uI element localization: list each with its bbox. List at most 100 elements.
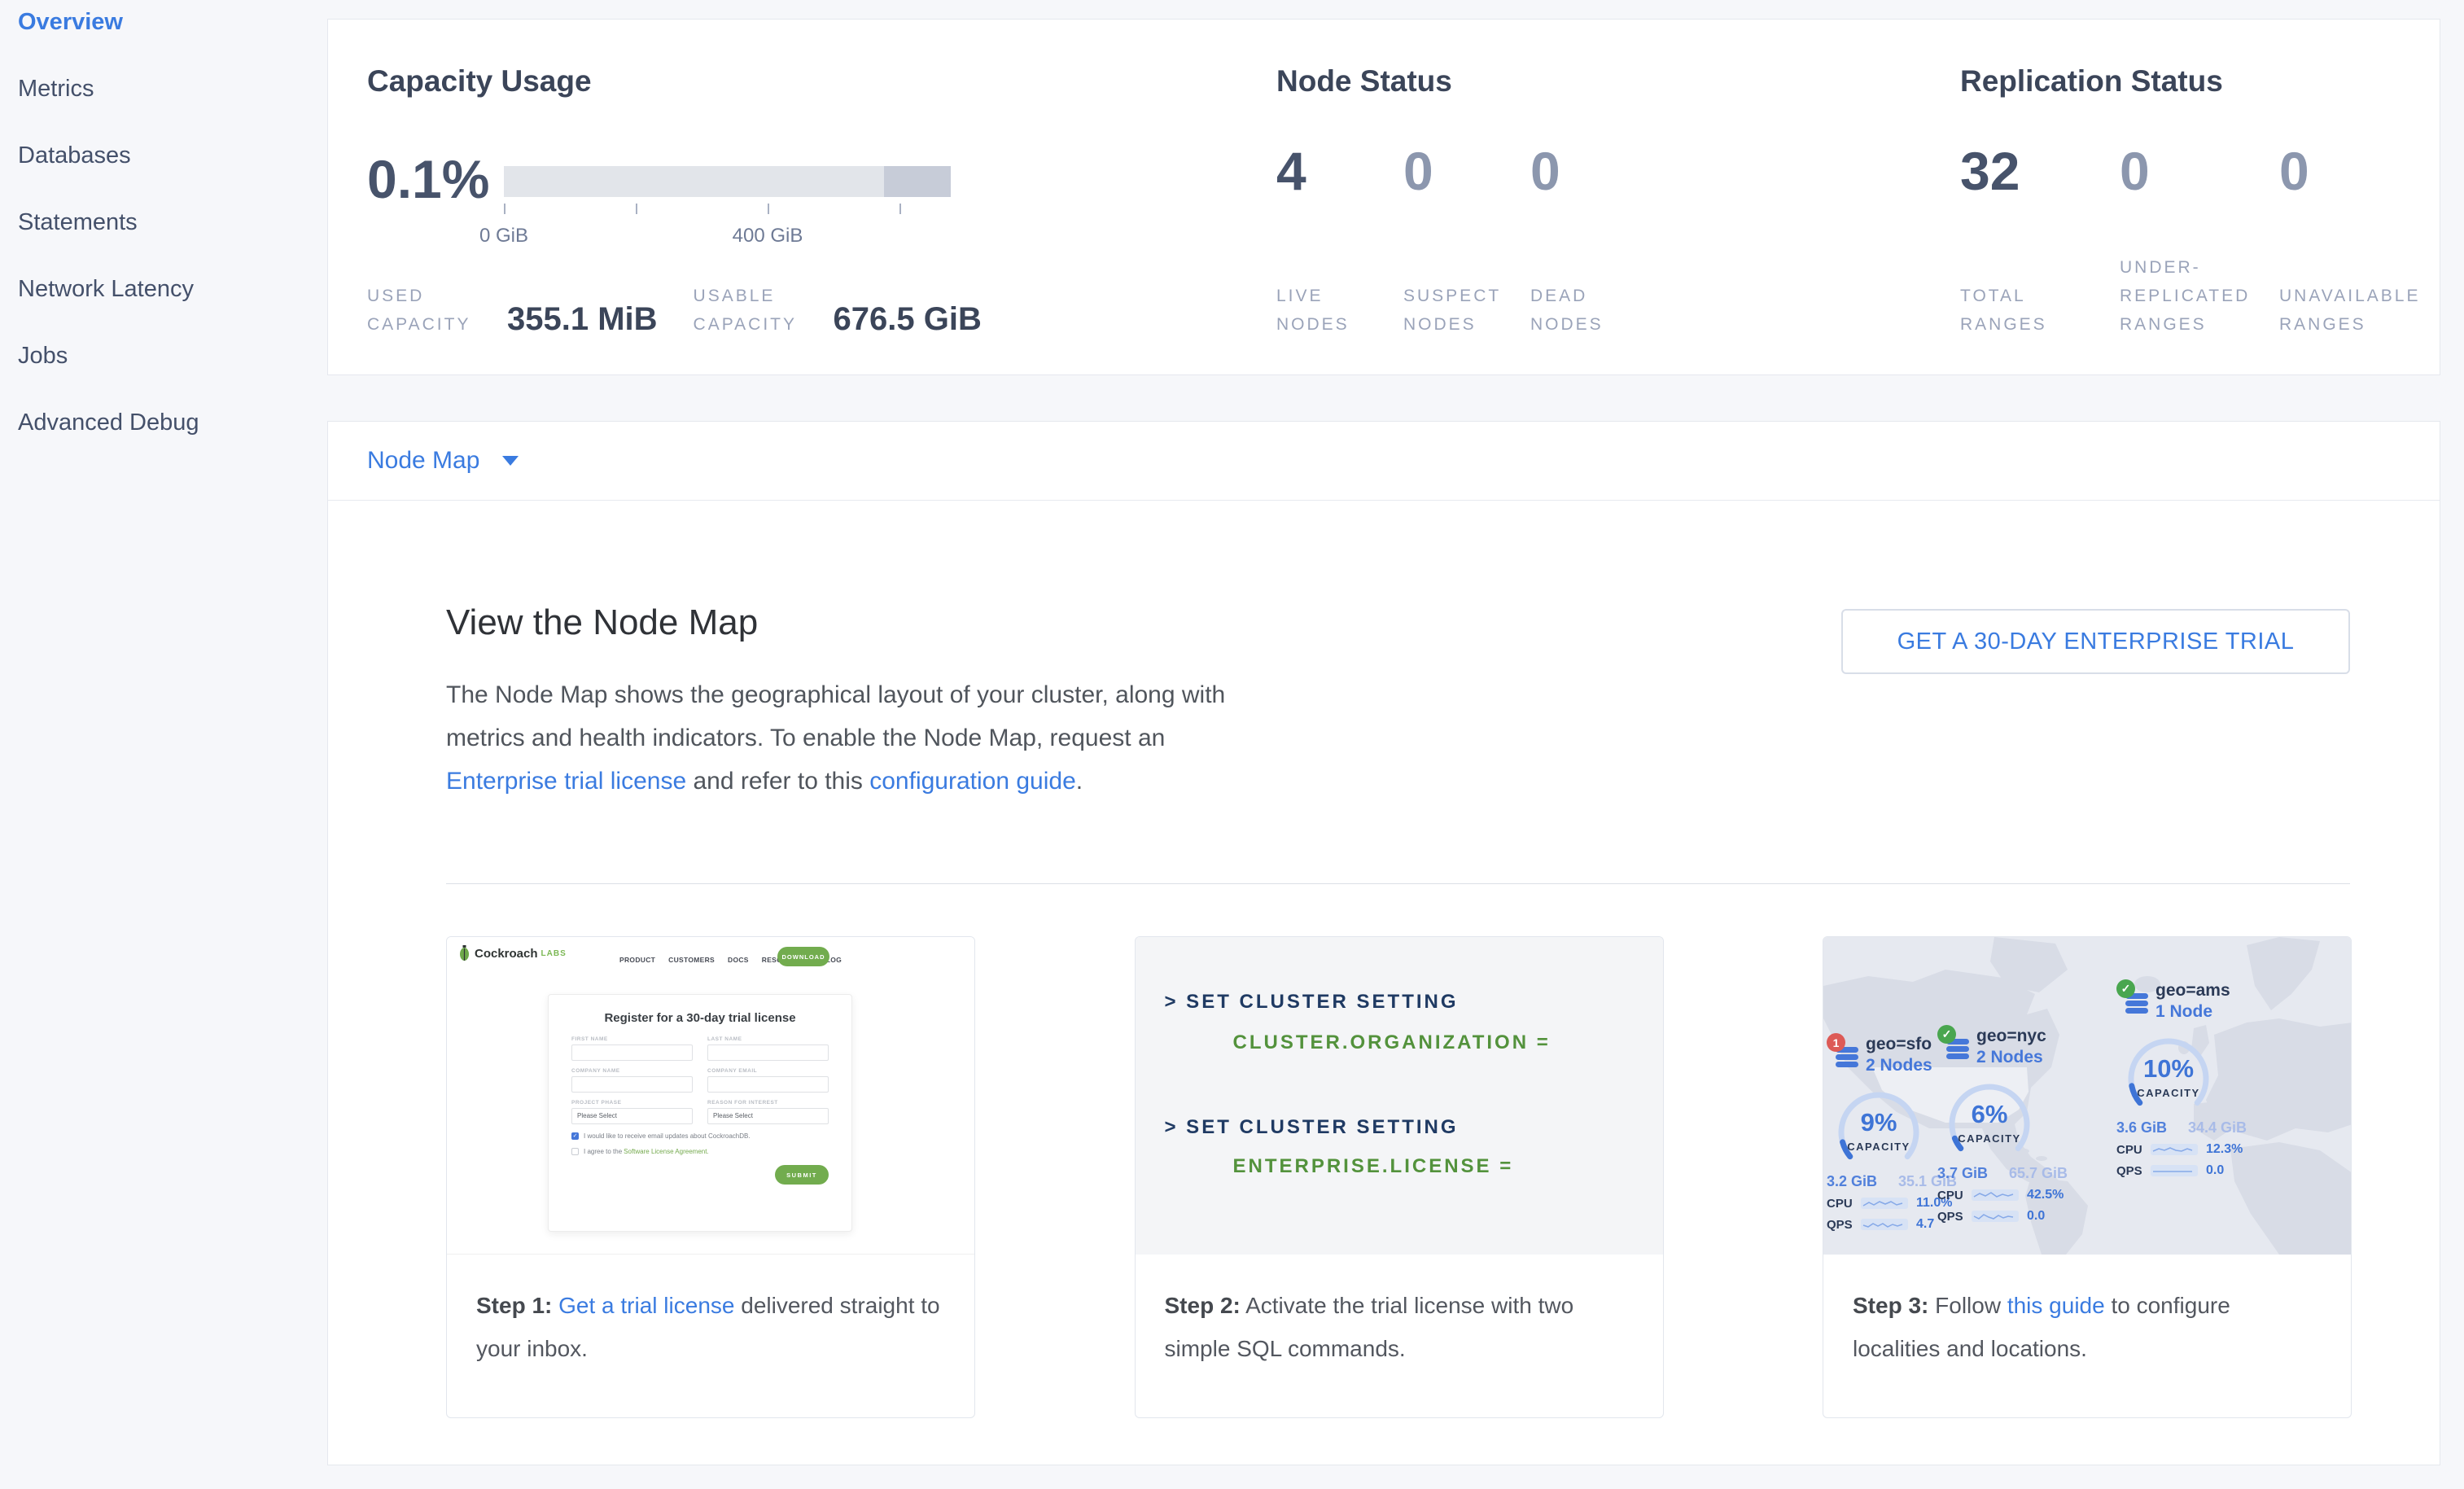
step-2-card: > SET CLUSTER SETTING CLUSTER.ORGANIZATI… — [1135, 936, 1664, 1418]
capacity-label: CAPACITY — [1939, 1132, 2040, 1145]
cpu-label: CPU — [1827, 1197, 1861, 1211]
sql-setting-2: ENTERPRISE.LICENSE = — [1233, 1155, 1514, 1178]
sql-setting-1: CLUSTER.ORGANIZATION = — [1233, 1031, 1551, 1054]
step-3-caption: Step 3: Follow this guide to configure l… — [1823, 1255, 2351, 1370]
cpu-label: CPU — [2116, 1143, 2151, 1157]
mini-first-name-field — [571, 1044, 693, 1061]
mini-site-brand: Cockroach LABS — [458, 945, 567, 961]
qps-sparkline — [1972, 1211, 2019, 1222]
capacity-axis-label-400: 400 GiB — [733, 225, 803, 247]
mini-reason-select: Please Select — [707, 1108, 829, 1124]
step-1-caption: Step 1: Get a trial license delivered st… — [447, 1255, 974, 1370]
sidebar-item-jobs[interactable]: Jobs — [0, 322, 327, 389]
qps-value: 0.0 — [2027, 1209, 2045, 1224]
locality-total-capacity: 65.7 GiB — [2009, 1165, 2068, 1182]
locality-used-capacity: 3.2 GiB — [1827, 1173, 1877, 1190]
step-2-caption: Step 2: Activate the trial license with … — [1136, 1255, 1663, 1370]
qps-label: QPS — [2116, 1164, 2151, 1178]
check-badge-icon: ✓ — [2116, 979, 2135, 998]
step-3-label: Step 3: — [1853, 1293, 1928, 1318]
replication-status-labels: TOTAL RANGES UNDER-REPLICATED RANGES UNA… — [1960, 231, 2439, 339]
capacity-label: CAPACITY — [2118, 1087, 2219, 1099]
mini-nav-product: PRODUCT — [619, 956, 655, 964]
qps-label: QPS — [1937, 1210, 1972, 1224]
get-enterprise-trial-button[interactable]: GET A 30-DAY ENTERPRISE TRIAL — [1841, 609, 2350, 674]
this-guide-link[interactable]: this guide — [2007, 1293, 2105, 1318]
cpu-sparkline — [1861, 1198, 1908, 1209]
caption-text — [552, 1293, 558, 1318]
node-status-title: Node Status — [1276, 64, 1452, 99]
description-text: . — [1076, 768, 1083, 795]
under-replicated-ranges-value: 0 — [2120, 140, 2279, 202]
capacity-percent: 9% — [1828, 1108, 1929, 1137]
sidebar-item-overview[interactable]: Overview — [0, 0, 327, 55]
sidebar-item-metrics[interactable]: Metrics — [0, 55, 327, 122]
mini-company-email-label: COMPANY EMAIL — [707, 1068, 829, 1074]
live-nodes-value: 4 — [1276, 140, 1403, 202]
unavailable-ranges-label: UNAVAILABLE RANGES — [2279, 282, 2439, 339]
capacity-usage-bar — [504, 166, 951, 197]
usable-capacity-value: 676.5 GiB — [834, 301, 982, 339]
capacity-gauge: 9% CAPACITY — [1828, 1080, 1929, 1181]
mini-form-title: Register for a 30-day trial license — [571, 1011, 829, 1025]
enterprise-trial-license-link[interactable]: Enterprise trial license — [446, 768, 686, 795]
mini-company-name-label: COMPANY NAME — [571, 1068, 693, 1074]
qps-sparkline — [1861, 1219, 1908, 1230]
used-capacity-value: 355.1 MiB — [507, 301, 658, 339]
mini-sla-checkbox — [571, 1148, 579, 1155]
qps-value: 0.0 — [2206, 1163, 2224, 1178]
cpu-label: CPU — [1937, 1189, 1972, 1202]
configuration-guide-link[interactable]: configuration guide — [869, 768, 1076, 795]
sidebar-item-statements[interactable]: Statements — [0, 189, 327, 256]
step-1-label: Step 1: — [476, 1293, 552, 1318]
mini-company-name-field — [571, 1076, 693, 1093]
node-status-labels: LIVE NODES SUSPECT NODES DEAD NODES — [1276, 231, 1657, 339]
main-content: Capacity Usage 0.1% 0 GiB 400 GiB USED C… — [327, 0, 2440, 1465]
locality-used-capacity: 3.6 GiB — [2116, 1119, 2167, 1136]
view-selector-label: Node Map — [367, 447, 479, 475]
mini-site-brand-name: Cockroach — [475, 947, 538, 961]
mini-sla-checkbox-label: I agree to the — [584, 1148, 622, 1155]
description-text: The Node Map shows the geographical layo… — [446, 681, 1225, 751]
mini-project-phase-select: Please Select — [571, 1108, 693, 1124]
qps-value: 4.7 — [1916, 1217, 1934, 1232]
node-map-panel: Node Map View the Node Map The Node Map … — [327, 421, 2440, 1465]
node-map-description: The Node Map shows the geographical layo… — [446, 673, 1264, 803]
sidebar-nav: Overview Metrics Databases Statements Ne… — [0, 0, 327, 1489]
view-selector-dropdown[interactable]: Node Map — [328, 422, 2440, 501]
registration-screenshot: Cockroach LABS PRODUCT CUSTOMERS DOCS RE… — [447, 937, 974, 1255]
locality-node-count: 2 Nodes — [1866, 1056, 1932, 1075]
usable-capacity-label: USABLE CAPACITY — [694, 282, 834, 339]
dead-nodes-label: DEAD NODES — [1530, 282, 1657, 339]
used-capacity-label: USED CAPACITY — [367, 282, 507, 339]
capacity-bar-reserved-segment — [884, 166, 951, 197]
capacity-label: CAPACITY — [1828, 1141, 1929, 1153]
sidebar-item-databases[interactable]: Databases — [0, 122, 327, 189]
capacity-percent: 10% — [2118, 1054, 2219, 1084]
step-2-label: Step 2: — [1165, 1293, 1241, 1318]
dead-nodes-value: 0 — [1530, 140, 1657, 202]
mini-registration-form: Register for a 30-day trial license FIRS… — [548, 994, 852, 1232]
sidebar-item-network-latency[interactable]: Network Latency — [0, 256, 327, 322]
trial-steps-row: Cockroach LABS PRODUCT CUSTOMERS DOCS RE… — [446, 936, 2352, 1418]
sql-command-2: > SET CLUSTER SETTING — [1165, 1116, 1459, 1139]
mini-nav-customers: CUSTOMERS — [668, 956, 715, 964]
mini-sla-link: Software License Agreement. — [624, 1148, 709, 1155]
step-3-card: 1 geo=sfo 2 Nodes — [1823, 936, 2352, 1418]
get-trial-license-link[interactable]: Get a trial license — [558, 1293, 734, 1318]
locality-name: geo=ams — [2155, 981, 2230, 1001]
capacity-axis-label-0: 0 GiB — [479, 225, 528, 247]
sidebar-item-advanced-debug[interactable]: Advanced Debug — [0, 389, 327, 456]
description-text: and refer to this — [686, 768, 869, 795]
mini-submit-button: SUBMIT — [775, 1165, 829, 1185]
cpu-value: 12.3% — [2206, 1142, 2243, 1157]
capacity-stats-row: USED CAPACITY 355.1 MiB USABLE CAPACITY … — [367, 282, 982, 339]
total-ranges-value: 32 — [1960, 140, 2120, 202]
capacity-gauge: 6% CAPACITY — [1939, 1072, 2040, 1173]
unavailable-ranges-value: 0 — [2279, 140, 2439, 202]
mini-download-button: DOWNLOAD — [777, 947, 829, 966]
locality-total-capacity: 34.4 GiB — [2188, 1119, 2247, 1136]
qps-label: QPS — [1827, 1218, 1861, 1232]
page-title: View the Node Map — [446, 602, 758, 643]
alert-badge-icon: 1 — [1827, 1033, 1845, 1052]
